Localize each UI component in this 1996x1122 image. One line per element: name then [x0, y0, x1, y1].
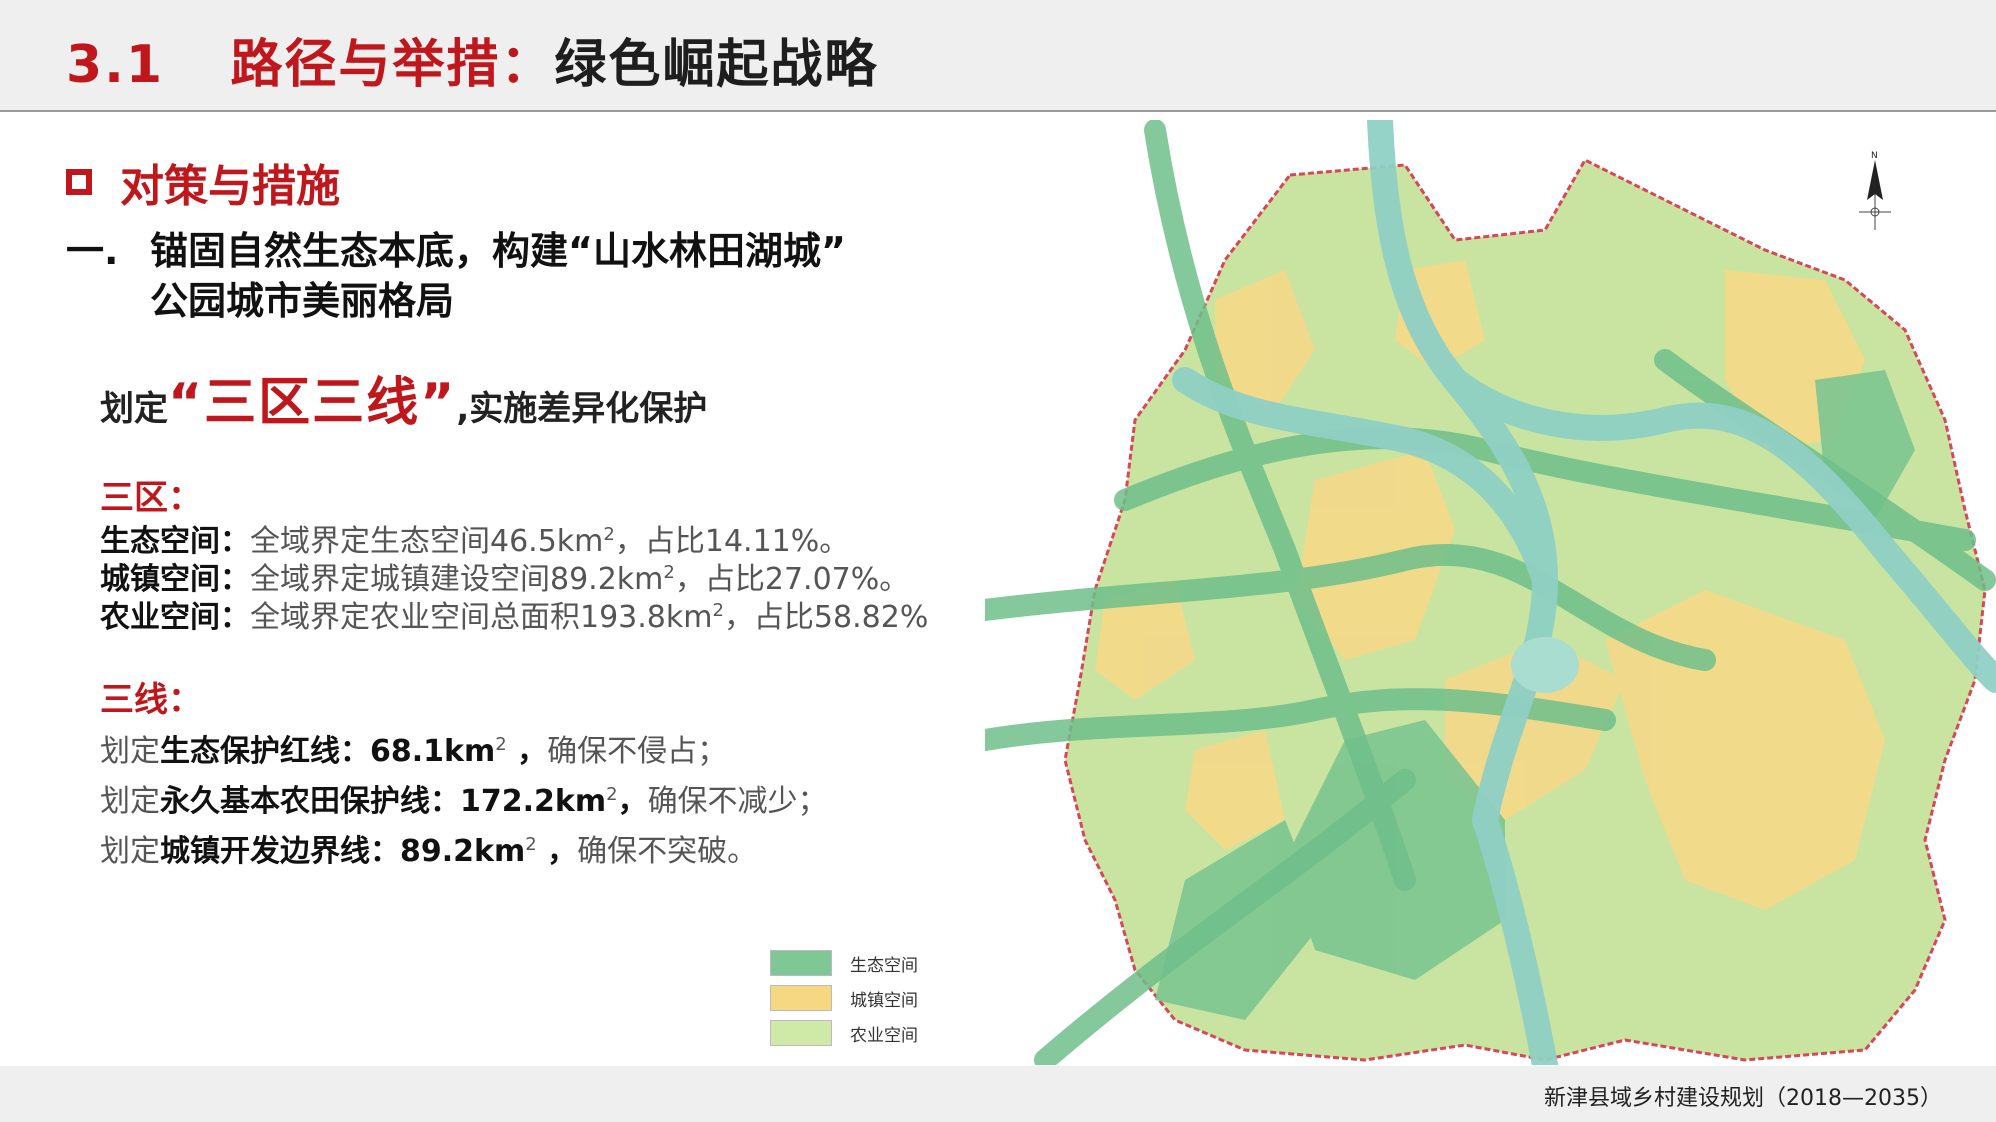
point-index: 一. — [66, 229, 119, 273]
line-sup: 2 — [495, 734, 507, 755]
line-prefix: 划定 — [100, 734, 160, 769]
line-label: 生态保护红线：68.1km — [160, 734, 496, 769]
line-prefix: 划定 — [100, 784, 160, 819]
legend-item-agriculture: 农业空间 — [770, 1020, 918, 1046]
line-sup: 2 — [525, 834, 537, 855]
legend-swatch — [770, 985, 832, 1011]
line-prefix: 划定 — [100, 834, 160, 869]
legend-swatch — [770, 950, 832, 976]
line-tail-2: 确保不侵占； — [547, 734, 728, 769]
lake — [1511, 637, 1579, 693]
zone-sup: 2 — [712, 600, 724, 621]
zone-tail: ，占比58.82% — [723, 600, 929, 635]
legend-label: 城镇空间 — [850, 990, 918, 1011]
delimit-statement: 划定 “三区三线” ,实施差异化保护 — [100, 360, 707, 435]
point-line-1: 锚固自然生态本底，构建“山水林田湖城” — [150, 229, 846, 273]
line-tail: ， — [506, 734, 548, 769]
section-heading: 对策与措施 — [66, 150, 340, 214]
zone-label: 农业空间： — [100, 600, 250, 635]
zone-sup: 2 — [663, 562, 675, 583]
point-one: 一. 锚固自然生态本底，构建“山水林田湖城” 公园城市美丽格局 — [66, 226, 846, 326]
legend-item-ecology: 生态空间 — [770, 950, 918, 976]
page-title: 3.1 路径与举措：绿色崛起战略 — [66, 22, 878, 97]
north-arrow-icon — [1859, 160, 1891, 230]
section-title: 对策与措施 — [120, 161, 340, 212]
title-red-part: 路径与举措： — [230, 35, 555, 95]
line-label: 永久基本农田保护线：172.2km — [160, 784, 607, 819]
legend-item-town: 城镇空间 — [770, 985, 918, 1011]
title-dark-part: 绿色崛起战略 — [554, 35, 879, 95]
zone-text: 全域界定农业空间总面积193.8km — [250, 600, 713, 635]
zone-sup: 2 — [603, 524, 615, 545]
section-number: 3.1 — [66, 35, 165, 95]
header-bar: 3.1 路径与举措：绿色崛起战略 — [0, 0, 1996, 112]
line-tail: ， — [617, 784, 648, 819]
north-label: N — [1871, 151, 1878, 161]
line-item-farmland: 划定永久基本农田保护线：172.2km2，确保不减少； — [100, 776, 828, 820]
delimit-highlight: “三区三线” — [168, 373, 457, 433]
line-label: 城镇开发边界线：89.2km — [160, 834, 526, 869]
point-line-2: 公园城市美丽格局 — [150, 279, 455, 323]
delimit-prefix: 划定 — [100, 389, 168, 429]
line-item-urban-boundary: 划定城镇开发边界线：89.2km2 ，确保不突破。 — [100, 826, 757, 870]
delimit-suffix: ,实施差异化保护 — [456, 389, 708, 429]
legend-label: 生态空间 — [850, 955, 918, 976]
line-tail-2: 确保不突破。 — [577, 834, 758, 869]
line-item-ecology-red-line: 划定生态保护红线：68.1km2 ，确保不侵占； — [100, 726, 727, 770]
line-tail: ， — [536, 834, 578, 869]
zone-line-agriculture: 农业空间：全域界定农业空间总面积193.8km2，占比58.82% — [100, 592, 928, 636]
three-zones-heading: 三区： — [100, 478, 202, 518]
legend-swatch — [770, 1020, 832, 1046]
footer-bar: 新津县域乡村建设规划（2018—2035） — [0, 1066, 1996, 1122]
footer-text: 新津县域乡村建设规划（2018—2035） — [1544, 1086, 1942, 1111]
three-lines-heading: 三线： — [100, 680, 202, 720]
line-sup: 2 — [606, 784, 618, 805]
zoning-map: N — [985, 120, 1996, 1065]
line-tail-2: 确保不减少； — [647, 784, 828, 819]
legend-label: 农业空间 — [850, 1025, 918, 1046]
square-bullet-icon — [66, 169, 92, 195]
